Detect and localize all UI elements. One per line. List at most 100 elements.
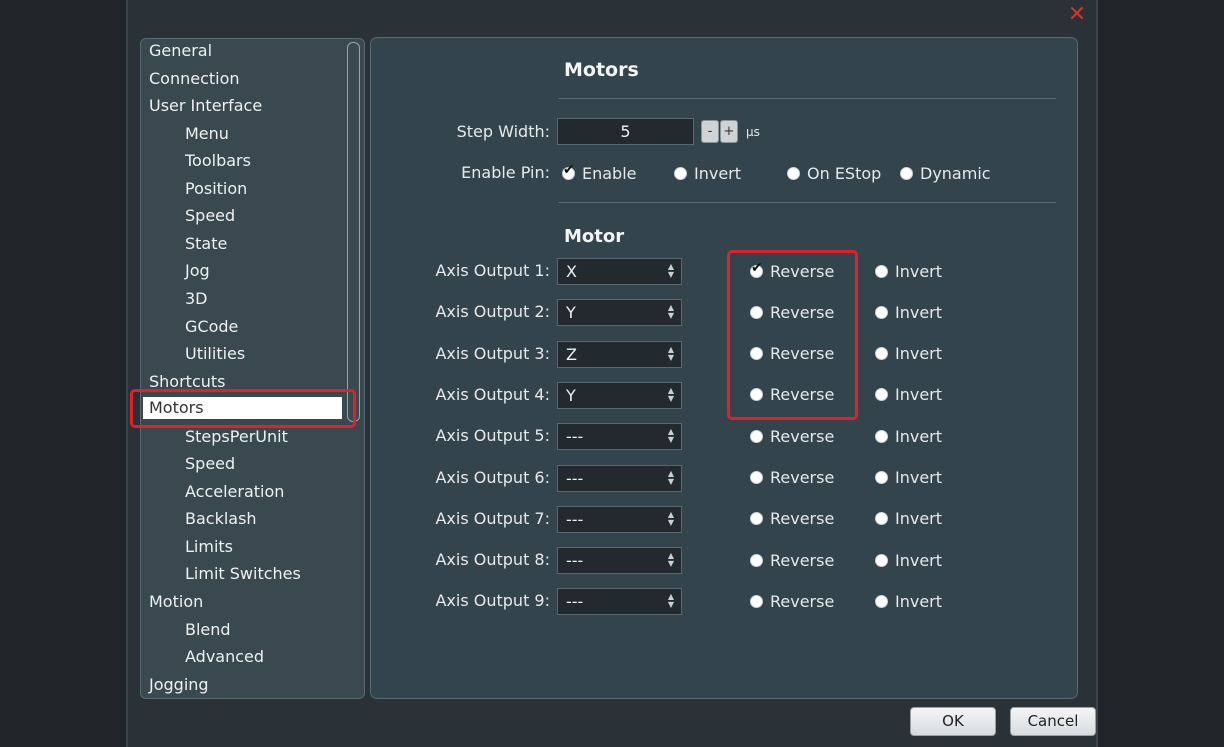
- invert-checkbox[interactable]: Invert: [875, 467, 942, 489]
- sidebar-item-limits[interactable]: Limits: [185, 536, 233, 558]
- reverse-checkbox[interactable]: Reverse: [750, 590, 834, 612]
- reverse-checkbox[interactable]: Reverse: [750, 508, 834, 530]
- axis-output-select[interactable]: --- ▲ ▼: [557, 588, 682, 616]
- sidebar-item-jog[interactable]: Jog: [185, 260, 210, 282]
- axis-output-select[interactable]: --- ▲ ▼: [557, 505, 682, 533]
- radio-icon[interactable]: [875, 553, 888, 567]
- radio-icon[interactable]: [750, 553, 763, 567]
- updown-arrows-icon[interactable]: ▲ ▼: [666, 263, 676, 280]
- radio-icon[interactable]: [750, 594, 763, 608]
- sidebar-scrollbar[interactable]: [347, 42, 360, 422]
- reverse-checkbox[interactable]: Reverse: [750, 467, 834, 489]
- cancel-button[interactable]: Cancel: [1010, 707, 1096, 736]
- close-icon[interactable]: ✕: [1066, 4, 1088, 27]
- invert-label: Invert: [895, 426, 943, 446]
- axis-output-select[interactable]: Z ▲ ▼: [557, 340, 682, 368]
- enable-pin-option-on-estop[interactable]: On EStop: [787, 162, 881, 184]
- sidebar-item-connection[interactable]: Connection: [149, 68, 240, 90]
- radio-icon[interactable]: [900, 166, 913, 180]
- axis-output-label: Axis Output 4:: [435, 384, 550, 404]
- sidebar-item-advanced[interactable]: Advanced: [185, 646, 264, 668]
- enable-pin-option-enable[interactable]: Enable: [562, 162, 637, 184]
- invert-label: Invert: [895, 302, 943, 322]
- updown-arrows-icon[interactable]: ▲ ▼: [666, 345, 676, 363]
- ok-button[interactable]: OK: [910, 707, 996, 736]
- step-width-input[interactable]: 5: [557, 118, 694, 145]
- invert-checkbox[interactable]: Invert: [875, 590, 942, 612]
- updown-arrows-icon[interactable]: ▲ ▼: [666, 304, 676, 321]
- radio-icon[interactable]: [750, 512, 763, 526]
- step-width-decrement-button[interactable]: -: [701, 120, 719, 143]
- enable-pin-option-invert[interactable]: Invert: [674, 162, 741, 184]
- axis-output-select[interactable]: --- ▲ ▼: [557, 464, 682, 492]
- sidebar-item-toolbars[interactable]: Toolbars: [185, 150, 251, 172]
- axis-output-label: Axis Output 6:: [435, 467, 550, 487]
- invert-checkbox[interactable]: Invert: [875, 260, 942, 282]
- invert-checkbox[interactable]: Invert: [875, 425, 942, 447]
- invert-checkbox[interactable]: Invert: [875, 549, 942, 571]
- sidebar-item-stepsperunit[interactable]: StepsPerUnit: [185, 426, 288, 448]
- radio-icon[interactable]: [875, 512, 888, 526]
- title-divider: [558, 98, 1056, 99]
- radio-icon[interactable]: [750, 429, 763, 443]
- updown-arrows-icon[interactable]: ▲ ▼: [666, 510, 676, 528]
- step-width-increment-button[interactable]: +: [720, 120, 738, 143]
- sidebar-item-user-interface[interactable]: User Interface: [149, 95, 262, 117]
- sidebar-item-jogging[interactable]: Jogging: [149, 674, 209, 696]
- sidebar-item-acceleration[interactable]: Acceleration: [185, 481, 284, 503]
- reverse-label: Reverse: [770, 509, 835, 529]
- reverse-highlight-box: [727, 250, 858, 420]
- radio-icon[interactable]: [750, 471, 763, 484]
- invert-label: Invert: [895, 344, 943, 364]
- radio-icon[interactable]: [787, 166, 800, 180]
- step-width-unit: µs: [746, 125, 760, 139]
- axis-output-select[interactable]: --- ▲ ▼: [557, 423, 682, 451]
- updown-arrows-icon[interactable]: ▲ ▼: [666, 428, 676, 445]
- invert-checkbox[interactable]: Invert: [875, 301, 942, 323]
- invert-checkbox[interactable]: Invert: [875, 343, 942, 365]
- sidebar-item-position[interactable]: Position: [185, 178, 247, 200]
- radio-icon[interactable]: [875, 305, 888, 319]
- radio-checked-icon[interactable]: [562, 162, 575, 180]
- radio-icon[interactable]: [875, 429, 888, 443]
- radio-icon[interactable]: [875, 264, 888, 278]
- axis-output-select[interactable]: --- ▲ ▼: [557, 547, 682, 575]
- option-label: Enable: [582, 163, 637, 183]
- updown-arrows-icon[interactable]: ▲ ▼: [666, 386, 676, 404]
- radio-icon[interactable]: [875, 594, 888, 608]
- sidebar-item-utilities[interactable]: Utilities: [185, 343, 245, 365]
- enable-pin-option-dynamic[interactable]: Dynamic: [900, 162, 991, 184]
- sidebar-item-gcode[interactable]: GCode: [185, 316, 238, 338]
- sidebar-item-motion[interactable]: Motion: [149, 591, 203, 613]
- radio-icon[interactable]: [875, 471, 888, 484]
- updown-arrows-icon[interactable]: ▲ ▼: [666, 469, 676, 487]
- radio-icon[interactable]: [875, 388, 888, 402]
- sidebar-item-state[interactable]: State: [185, 233, 227, 255]
- invert-checkbox[interactable]: Invert: [875, 384, 942, 406]
- sidebar-item-speed[interactable]: Speed: [185, 453, 235, 475]
- sidebar-item-limit-switches[interactable]: Limit Switches: [185, 563, 301, 585]
- sidebar-item-3d[interactable]: 3D: [185, 288, 208, 310]
- axis-output-label: Axis Output 1:: [435, 261, 550, 280]
- invert-checkbox[interactable]: Invert: [875, 508, 942, 530]
- reverse-checkbox[interactable]: Reverse: [750, 549, 834, 571]
- updown-arrows-icon[interactable]: ▲ ▼: [666, 593, 676, 610]
- axis-output-select[interactable]: Y ▲ ▼: [557, 299, 682, 327]
- sidebar-item-speed[interactable]: Speed: [185, 205, 235, 227]
- invert-label: Invert: [895, 591, 943, 611]
- enable-pin-label: Enable Pin:: [461, 163, 550, 182]
- axis-output-select[interactable]: X ▲ ▼: [557, 258, 682, 285]
- sidebar-item-general[interactable]: General: [149, 40, 212, 62]
- sidebar-item-menu[interactable]: Menu: [185, 123, 229, 145]
- axis-output-label: Axis Output 7:: [435, 508, 550, 528]
- radio-icon[interactable]: [674, 166, 687, 180]
- axis-output-label: Axis Output 8:: [435, 550, 550, 570]
- reverse-checkbox[interactable]: Reverse: [750, 425, 834, 447]
- option-label: Dynamic: [920, 163, 991, 183]
- sidebar-item-blend[interactable]: Blend: [185, 619, 231, 641]
- updown-arrows-icon[interactable]: ▲ ▼: [666, 552, 676, 569]
- sidebar-item-backlash[interactable]: Backlash: [185, 508, 257, 530]
- radio-icon[interactable]: [875, 347, 888, 361]
- axis-output-select[interactable]: Y ▲ ▼: [557, 381, 682, 409]
- invert-label: Invert: [895, 385, 943, 405]
